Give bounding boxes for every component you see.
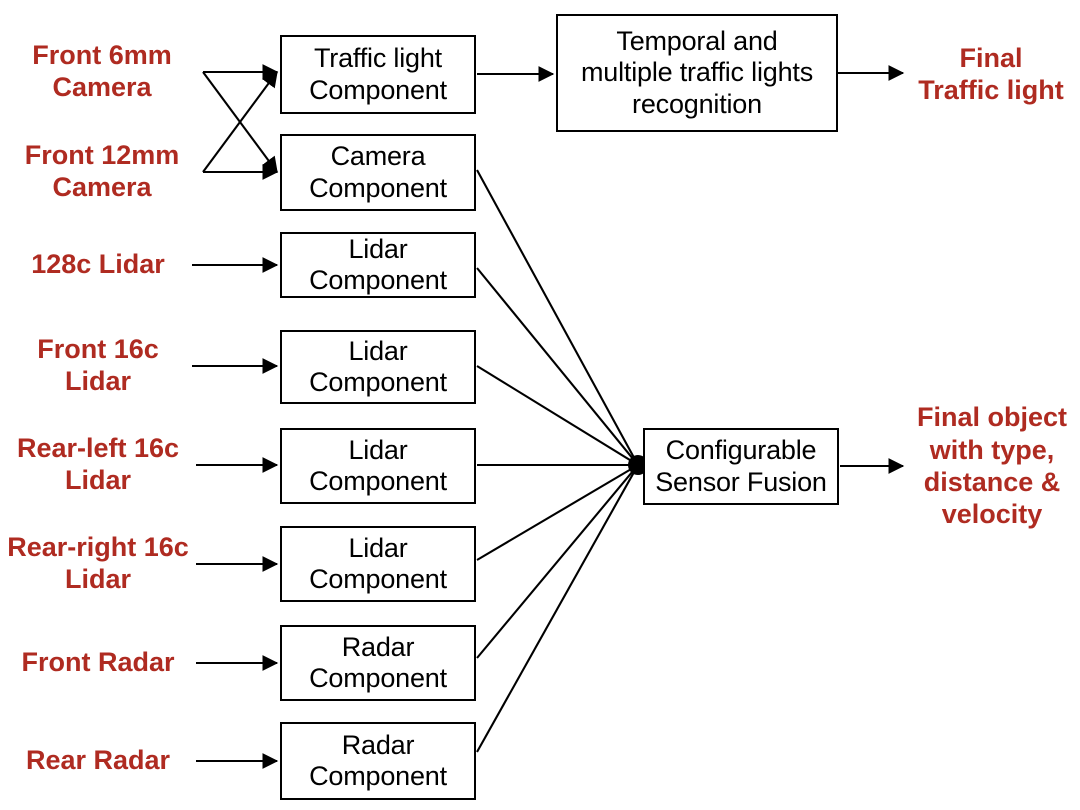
wire-lidar2-to-fusion <box>476 365 639 466</box>
component-label: Lidar Component <box>309 335 447 397</box>
component-box-traffic-light[interactable]: Traffic light Component <box>280 35 476 114</box>
output-label-text: Final object with type, distance & veloc… <box>916 402 1068 530</box>
processor-label: Configurable Sensor Fusion <box>655 435 827 497</box>
component-label: Lidar Component <box>309 532 447 594</box>
sensor-label-text: Rear-left 16c Lidar <box>16 433 180 495</box>
sensor-label-text: Front 6mm Camera <box>32 40 172 102</box>
processor-box-sensor-fusion[interactable]: Configurable Sensor Fusion <box>643 428 839 505</box>
sensor-label-text: Rear-right 16c Lidar <box>7 532 189 594</box>
wire-front12mm-to-traffic-light <box>202 70 278 173</box>
sensor-label-text: Front 16c Lidar <box>37 334 159 396</box>
output-label-final-traffic-light: Final Traffic light <box>905 37 1077 111</box>
sensor-label-text: 128c Lidar <box>31 249 165 280</box>
sensor-label-128c-lidar: 128c Lidar <box>8 246 188 284</box>
sensor-label-rear-right-16c-lidar: Rear-right 16c Lidar <box>4 528 192 600</box>
output-label-text: Final Traffic light <box>918 42 1064 105</box>
wire-radar1-to-fusion <box>476 464 639 659</box>
wire-lidar1-to-fusion <box>476 267 639 466</box>
component-box-lidar-1[interactable]: Lidar Component <box>280 232 476 298</box>
component-label: Lidar Component <box>309 233 447 295</box>
sensor-label-text: Front Radar <box>21 647 175 678</box>
wire-lidar4-to-fusion <box>476 464 639 561</box>
component-box-camera[interactable]: Camera Component <box>280 134 476 211</box>
output-label-final-object: Final object with type, distance & veloc… <box>905 390 1079 542</box>
component-label: Radar Component <box>309 631 447 693</box>
component-box-lidar-2[interactable]: Lidar Component <box>280 330 476 404</box>
wire-radar2-to-fusion <box>476 464 639 753</box>
sensor-label-rear-left-16c-lidar: Rear-left 16c Lidar <box>4 429 192 501</box>
processor-box-temporal-recognition[interactable]: Temporal and multiple traffic lights rec… <box>556 14 838 132</box>
sensor-label-front-6mm-camera: Front 6mm Camera <box>8 36 196 108</box>
wire-camera-component-to-fusion <box>476 169 639 466</box>
sensor-label-front-radar: Front Radar <box>4 644 192 682</box>
wire-front6mm-to-camera <box>202 71 278 174</box>
processor-label: Temporal and multiple traffic lights rec… <box>581 26 813 119</box>
component-label: Radar Component <box>309 729 447 791</box>
component-label: Traffic light Component <box>309 43 447 105</box>
component-label: Camera Component <box>309 141 447 203</box>
diagram-canvas: Front 6mm Camera Front 12mm Camera 128c … <box>0 0 1080 810</box>
component-box-lidar-3[interactable]: Lidar Component <box>280 428 476 504</box>
sensor-label-front-16c-lidar: Front 16c Lidar <box>8 330 188 402</box>
sensor-label-rear-radar: Rear Radar <box>4 742 192 780</box>
sensor-label-front-12mm-camera: Front 12mm Camera <box>8 136 196 208</box>
component-box-lidar-4[interactable]: Lidar Component <box>280 526 476 602</box>
component-box-radar-2[interactable]: Radar Component <box>280 722 476 800</box>
sensor-label-text: Front 12mm Camera <box>24 140 180 202</box>
sensor-label-text: Rear Radar <box>25 745 171 776</box>
component-label: Lidar Component <box>309 434 447 496</box>
component-box-radar-1[interactable]: Radar Component <box>280 625 476 701</box>
